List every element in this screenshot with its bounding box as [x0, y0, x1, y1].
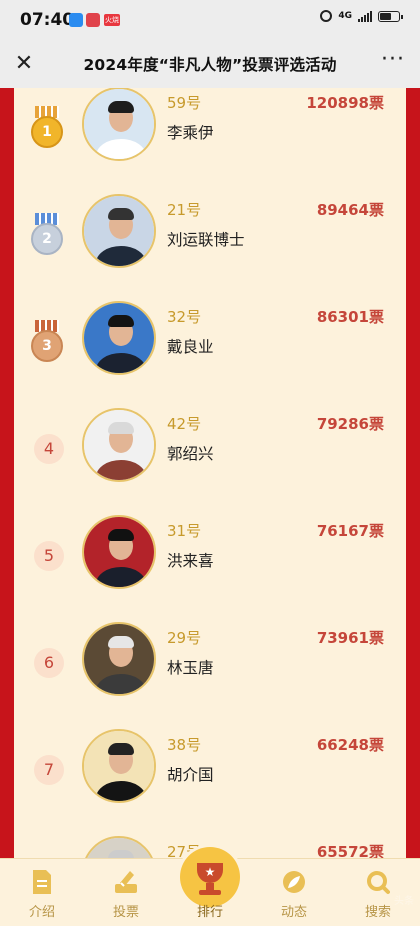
avatar-hair — [108, 850, 134, 858]
medal-rank: 1 — [31, 116, 63, 148]
candidate-votes: 73961票 — [316, 629, 384, 647]
candidate-name: 戴良业 — [167, 338, 214, 356]
candidate-votes: 86301票 — [316, 308, 384, 326]
status-bar: 07:40 火烧 4G — [0, 0, 420, 40]
avatar-hair — [108, 315, 134, 327]
tab-vote[interactable]: 投票 — [91, 859, 161, 926]
close-icon[interactable]: ✕ — [10, 50, 38, 78]
candidate-number: 42号 — [167, 415, 202, 433]
status-time: 07:40 — [20, 10, 75, 30]
tab-ranking[interactable]: ★ 排行 — [175, 847, 245, 926]
network-type: 4G — [338, 10, 352, 21]
document-icon — [33, 870, 51, 894]
candidate-avatar[interactable] — [82, 194, 156, 268]
candidate-avatar[interactable] — [82, 515, 156, 589]
candidate-avatar[interactable] — [82, 622, 156, 696]
candidate-row[interactable]: 2 21号 刘运联博士 89464票 — [14, 189, 406, 296]
candidate-votes: 79286票 — [316, 415, 384, 433]
candidate-votes: 65572票 — [316, 843, 384, 858]
candidate-number: 38号 — [167, 736, 202, 754]
avatar-hair — [108, 101, 134, 113]
candidate-avatar[interactable] — [82, 408, 156, 482]
page-title: 2024年度“非凡人物”投票评选活动 — [83, 56, 337, 74]
candidate-avatar[interactable] — [82, 836, 156, 858]
candidate-name: 刘运联博士 — [167, 231, 245, 249]
bronze-medal-icon: 3 — [30, 320, 64, 364]
candidate-row[interactable]: 6 29号 林玉唐 73961票 — [14, 617, 406, 724]
silver-medal-icon: 2 — [30, 213, 64, 257]
tab-label: 介绍 — [28, 905, 55, 920]
avatar-hair — [108, 636, 134, 648]
status-indicators: 4G — [320, 10, 403, 22]
rank-number: 5 — [34, 541, 64, 571]
candidate-number: 32号 — [167, 308, 202, 326]
avatar-hair — [108, 422, 134, 434]
watermark: 头条 — [394, 896, 414, 907]
candidate-avatar[interactable] — [82, 729, 156, 803]
candidate-row[interactable]: 4 42号 郭绍兴 79286票 — [14, 403, 406, 510]
tab-label: 排行 — [196, 905, 223, 920]
search-icon — [367, 871, 390, 894]
ranking-list: 1 59号 李乘伊 120898票 2 21号 刘运联博士 89464票 3 3… — [14, 88, 406, 858]
leaf-icon — [283, 871, 305, 893]
candidate-number: 29号 — [167, 629, 202, 647]
candidate-name: 林玉唐 — [167, 659, 214, 677]
more-options-icon[interactable]: ··· — [378, 49, 408, 78]
candidate-row[interactable]: 3 32号 戴良业 86301票 — [14, 296, 406, 403]
rank-number: 4 — [34, 434, 64, 464]
candidate-row[interactable]: 7 38号 胡介国 66248票 — [14, 724, 406, 831]
notification-app-icon — [86, 13, 100, 27]
candidate-row[interactable]: 5 31号 洪来喜 76167票 — [14, 510, 406, 617]
signal-icon — [358, 10, 372, 22]
trophy-base — [199, 890, 221, 895]
avatar-hair — [108, 529, 134, 541]
avatar-hair — [108, 208, 134, 220]
tab-label: 动态 — [280, 905, 307, 920]
candidate-number: 59号 — [167, 94, 202, 112]
rank-number: 7 — [34, 755, 64, 785]
vote-icon — [115, 871, 137, 893]
notification-app-icon: 火烧 — [104, 14, 120, 26]
notification-app-icon — [69, 13, 83, 27]
alarm-icon — [320, 10, 333, 22]
medal-rank: 2 — [31, 223, 63, 255]
candidate-votes: 76167票 — [316, 522, 384, 540]
candidate-name: 胡介国 — [167, 766, 214, 784]
candidate-votes: 120898票 — [306, 94, 384, 112]
rank-number: 6 — [34, 648, 64, 678]
avatar-hair — [108, 743, 134, 755]
candidate-name: 李乘伊 — [167, 124, 214, 142]
tab-bar: 介绍 投票 ★ 排行 动态 搜索 — [0, 847, 420, 926]
candidate-name: 洪来喜 — [167, 552, 214, 570]
medal-rank: 3 — [31, 330, 63, 362]
candidate-votes: 89464票 — [316, 201, 384, 219]
candidate-name: 郭绍兴 — [167, 445, 214, 463]
candidate-votes: 66248票 — [316, 736, 384, 754]
gold-medal-icon: 1 — [30, 106, 64, 150]
candidate-number: 31号 — [167, 522, 202, 540]
title-bar: ✕ 2024年度“非凡人物”投票评选活动 ··· — [0, 40, 420, 88]
tab-label: 投票 — [112, 905, 139, 920]
candidate-avatar[interactable] — [82, 88, 156, 161]
tab-intro[interactable]: 介绍 — [7, 859, 77, 926]
star-icon: ★ — [204, 865, 216, 879]
candidate-avatar[interactable] — [82, 301, 156, 375]
tab-news[interactable]: 动态 — [259, 859, 329, 926]
candidate-row[interactable]: 1 59号 李乘伊 120898票 — [14, 88, 406, 189]
candidate-number: 21号 — [167, 201, 202, 219]
battery-icon — [378, 10, 403, 22]
